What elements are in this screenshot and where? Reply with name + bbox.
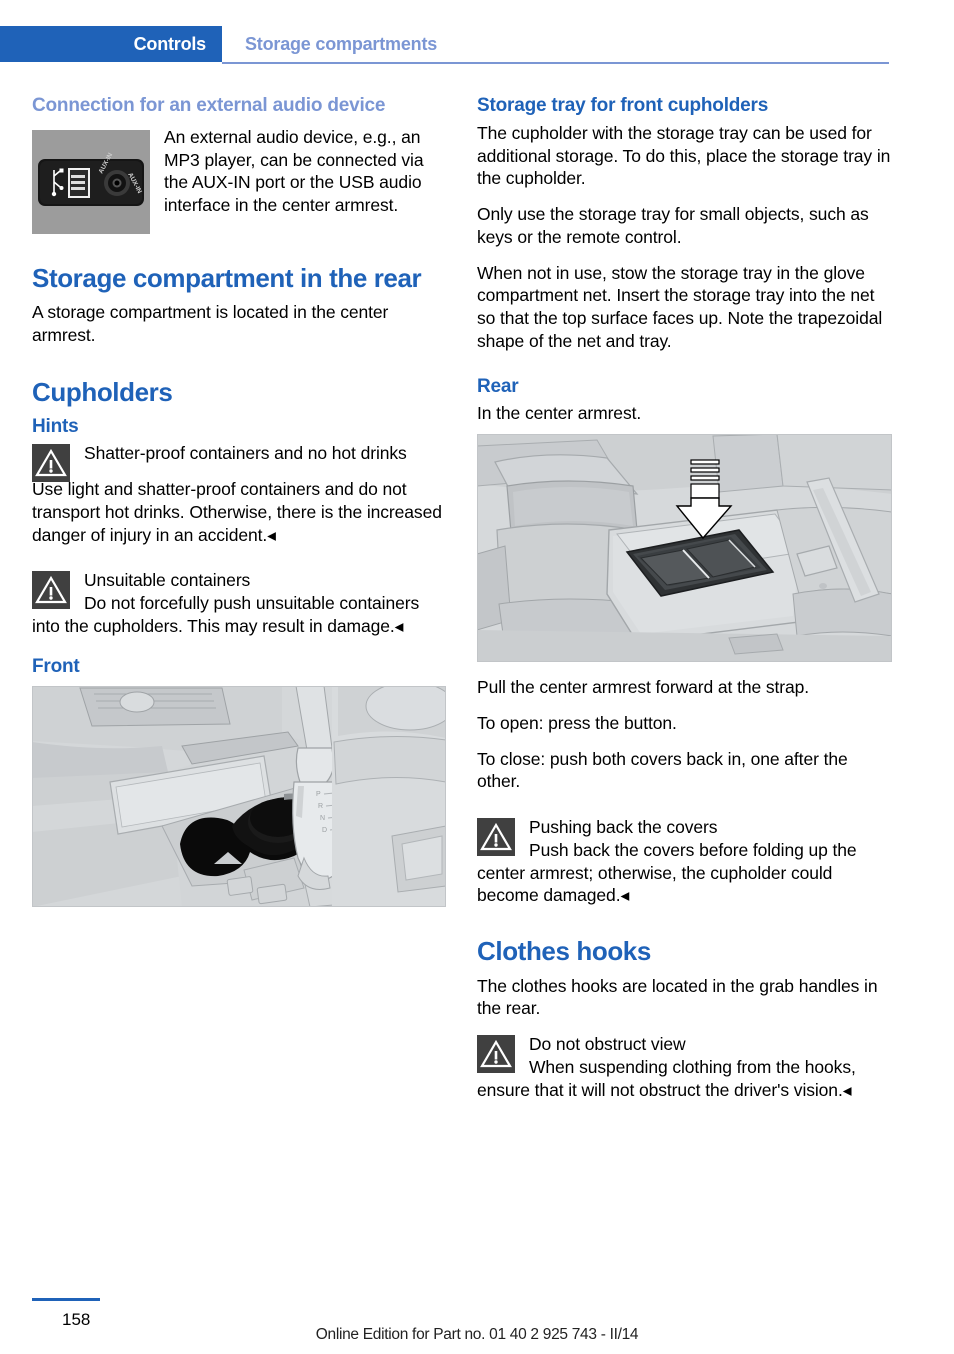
header-section-label: Storage compartments: [245, 34, 438, 54]
left-column: Connection for an external audio device: [32, 95, 455, 908]
warning-do-not-obstruct-view: Do not obstruct view: [477, 1033, 892, 1074]
warning-title: Unsuitable containers: [84, 570, 251, 591]
warning-shatter-proof-containers-text: Use light and shatter-proof containers a…: [32, 479, 442, 545]
footer-edition-text: Online Edition for Part no. 01 40 2 925 …: [315, 1326, 639, 1343]
footer-divider: [32, 1298, 100, 1301]
warning-triangle-icon: [477, 1035, 515, 1074]
right-column: Storage tray for front cupholders The cu…: [476, 95, 893, 1101]
warning-pushing-back-covers: Pushing back the covers: [477, 816, 892, 857]
warning-unsuitable-containers-text: Do not forcefully push unsuitable contai…: [32, 593, 420, 636]
heading-front: Front: [32, 655, 80, 677]
front-console-image: P R N D: [32, 681, 455, 908]
storage-tray-paragraph-3: When not in use, stow the storage tray i…: [477, 262, 883, 351]
warning-shatter-proof-containers: Shatter-proof containers and no hot drin…: [32, 442, 447, 483]
warning-do-not-obstruct-view-text: When suspending clothing from the hooks,…: [477, 1056, 856, 1100]
warning-triangle-icon: [32, 571, 70, 610]
heading-hints: Hints: [32, 415, 79, 437]
rear-armrest-figure: [476, 433, 893, 663]
svg-text:P: P: [316, 791, 321, 798]
warning-title: Shatter-proof containers and no hot drin…: [84, 443, 407, 464]
svg-text:R: R: [318, 803, 323, 810]
header-chapter-tab: Controls: [0, 26, 222, 62]
rear-paragraph-2: To open: press the button.: [477, 712, 677, 733]
heading-connection-external-audio: Connection for an external audio device: [32, 95, 386, 116]
warning-triangle-icon: [477, 818, 515, 857]
rear-intro-text: In the center armrest.: [477, 403, 642, 424]
heading-clothes-hooks: Clothes hooks: [477, 936, 651, 967]
warning-pushing-back-covers-text: Push back the covers before folding up t…: [477, 839, 857, 906]
svg-text:D: D: [322, 827, 327, 834]
svg-text:N: N: [320, 815, 325, 822]
storage-tray-paragraph-2: Only use the storage tray for small obje…: [477, 204, 869, 247]
front-console-figure: P R N D: [32, 681, 455, 908]
aux-usb-port-image: AUX-IN AUX-IN: [32, 129, 150, 234]
warning-title: Pushing back the covers: [529, 817, 718, 838]
storage-tray-paragraph-1: The cupholder with the storage tray can …: [477, 122, 891, 189]
warning-triangle-icon: [32, 444, 70, 483]
heading-storage-compartment-rear: Storage compartment in the rear: [32, 262, 422, 293]
aux-usb-port-figure: AUX-IN AUX-IN: [32, 129, 150, 234]
audio-figure-text-block: AUX-IN AUX-IN An external audio device, …: [32, 126, 447, 234]
header-chapter-label: Controls: [133, 34, 207, 54]
heading-cupholders: Cupholders: [32, 376, 173, 407]
warning-unsuitable-containers: Unsuitable containers: [32, 569, 447, 610]
rear-armrest-image: [476, 433, 893, 663]
rear-paragraph-3: To close: push both covers back in, one …: [477, 748, 848, 792]
clothes-hooks-text: The clothes hooks are located in the gra…: [477, 975, 878, 1019]
heading-storage-tray-front-cupholders: Storage tray for front cupholders: [477, 95, 769, 116]
rear-paragraph-1: Pull the center armrest forward at the s…: [477, 677, 810, 698]
header-divider: [222, 62, 889, 64]
warning-title: Do not obstruct view: [529, 1034, 686, 1055]
heading-rear: Rear: [477, 375, 519, 397]
storage-compartment-rear-text: A storage compartment is located in the …: [32, 302, 389, 346]
page-header: Controls Storage compartments: [0, 26, 954, 62]
